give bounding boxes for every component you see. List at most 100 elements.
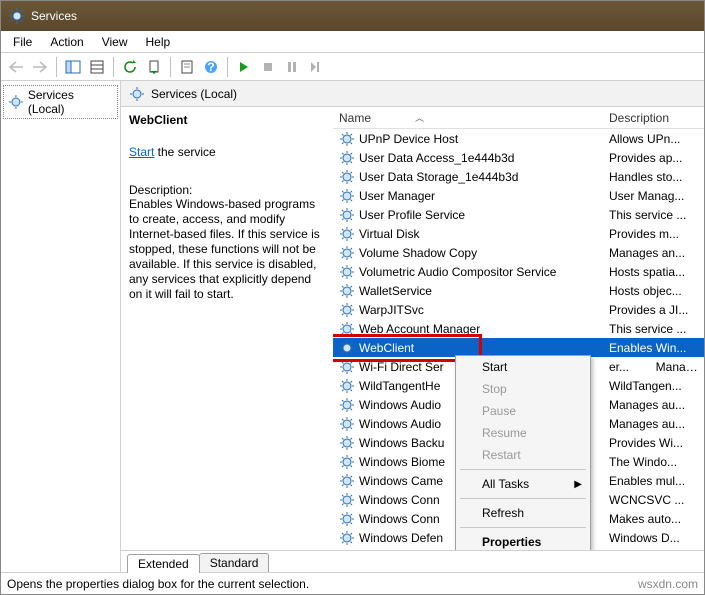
sort-caret-icon: ︿ (415, 111, 424, 124)
service-name-cell: User Profile Service (359, 208, 465, 222)
help-button[interactable]: ? (200, 56, 222, 78)
menu-view[interactable]: View (94, 33, 136, 51)
title-bar: Services (1, 1, 704, 31)
service-row[interactable]: User Data Storage_1e444b3dHandles sto... (333, 167, 704, 186)
context-menu-label: Pause (482, 404, 516, 418)
service-name-cell: Volumetric Audio Compositor Service (359, 265, 556, 279)
service-name-cell: Windows Conn (359, 493, 440, 507)
context-menu-start[interactable]: Start (456, 356, 590, 378)
context-menu: StartStop Pause Resume Restart All Tasks▶ Ref… (455, 355, 591, 550)
context-menu-stop: Stop (456, 378, 590, 400)
service-row[interactable]: Web Account ManagerThis service ... (333, 319, 704, 338)
service-desc-cell: Enables Win... (609, 341, 686, 355)
tab-standard[interactable]: Standard (199, 553, 270, 572)
context-menu-label: Restart (482, 448, 521, 462)
service-name-cell: Windows Biome (359, 455, 445, 469)
service-icon (339, 302, 355, 318)
service-icon (339, 188, 355, 204)
context-menu-refresh[interactable]: Refresh (456, 502, 590, 524)
main-split: Services (Local) Services (Local) WebCli… (1, 81, 704, 572)
service-desc-cell: Enables mul... (609, 474, 685, 488)
service-desc-cell: Provides m... (609, 227, 679, 241)
context-menu-properties[interactable]: Properties (456, 531, 590, 550)
context-menu-label: Properties (482, 535, 541, 549)
service-row[interactable]: User Data Access_1e444b3dProvides ap... (333, 148, 704, 167)
stop-button (257, 56, 279, 78)
description-label: Description: (129, 183, 325, 197)
service-icon (339, 454, 355, 470)
service-row[interactable]: User ManagerUser Manag... (333, 186, 704, 205)
details-service-name: WebClient (129, 113, 325, 127)
toolbar: ? (1, 53, 704, 81)
service-desc-cell: This service ... (609, 208, 686, 222)
service-name-cell: Wi-Fi Direct Ser (359, 360, 444, 374)
service-icon (339, 416, 355, 432)
service-desc-cell: WCNCSVC ... (609, 493, 684, 507)
column-headers: Name︿ Description (333, 107, 704, 129)
menu-file[interactable]: File (5, 33, 40, 51)
service-name-cell: Web Account Manager (359, 322, 480, 336)
export-list-button[interactable] (86, 56, 108, 78)
context-menu-restart: Restart (456, 444, 590, 466)
properties-button[interactable] (176, 56, 198, 78)
context-menu-all-tasks[interactable]: All Tasks▶ (456, 473, 590, 495)
restart-button (305, 56, 327, 78)
service-row[interactable]: WarpJITSvcProvides a JI... (333, 300, 704, 319)
service-details-panel: WebClient Start the service Description:… (121, 107, 333, 550)
service-row[interactable]: User Profile Service This service ... (333, 205, 704, 224)
service-icon (339, 359, 355, 375)
service-icon (339, 397, 355, 413)
right-pane: Services (Local) WebClient Start the ser… (121, 81, 704, 572)
service-icon (339, 207, 355, 223)
pause-button (281, 56, 303, 78)
service-name-cell: Windows Backu (359, 436, 444, 450)
tree-node-services-local[interactable]: Services (Local) (3, 85, 118, 119)
show-hide-tree-button[interactable] (62, 56, 84, 78)
service-row[interactable]: UPnP Device HostAllows UPn... (333, 129, 704, 148)
tab-extended[interactable]: Extended (127, 554, 200, 573)
service-icon (339, 511, 355, 527)
service-desc-cell: User Manag... (609, 189, 684, 203)
service-icon (339, 283, 355, 299)
tree-node-label: Services (Local) (28, 88, 113, 116)
column-header-name[interactable]: Name︿ (333, 111, 603, 125)
menu-help[interactable]: Help (138, 33, 179, 51)
service-name-cell: User Data Storage_1e444b3d (359, 170, 518, 184)
content-area: WebClient Start the service Description:… (121, 107, 704, 550)
play-button[interactable] (233, 56, 255, 78)
service-row[interactable]: Virtual DiskProvides m... (333, 224, 704, 243)
service-desc-cell: Manages au... (609, 417, 685, 431)
window-title: Services (31, 9, 77, 23)
menu-action[interactable]: Action (42, 33, 91, 51)
service-icon (339, 245, 355, 261)
start-service-link[interactable]: Start (129, 145, 154, 159)
column-header-description[interactable]: Description (603, 111, 704, 125)
submenu-arrow-icon: ▶ (574, 479, 582, 490)
refresh-button[interactable] (119, 56, 141, 78)
service-name-cell: WebClient (359, 341, 414, 355)
service-icon (339, 321, 355, 337)
service-name-cell: Windows Defen (359, 531, 443, 545)
service-desc-cell: Provides a JI... (609, 303, 688, 317)
service-row[interactable]: Volumetric Audio Compositor Service Hosts… (333, 262, 704, 281)
service-row[interactable]: Volume Shadow CopyManages an... (333, 243, 704, 262)
service-desc-cell: Provides ap... (609, 151, 682, 165)
service-name-cell: UPnP Device Host (359, 132, 458, 146)
export-button[interactable] (143, 56, 165, 78)
service-icon (339, 340, 355, 356)
service-name-cell: Windows Came (359, 474, 443, 488)
watermark-text: wsxdn.com (638, 577, 698, 591)
service-desc-cell: Provides Wi... (609, 436, 683, 450)
service-icon (339, 492, 355, 508)
tree-pane[interactable]: Services (Local) (1, 81, 121, 572)
context-menu-label: Resume (482, 426, 527, 440)
service-icon (339, 264, 355, 280)
service-name-cell: Windows Audio (359, 417, 441, 431)
services-tree-icon (8, 94, 24, 110)
service-desc-cell: The Windo... (609, 455, 677, 469)
description-text: Enables Windows-based programs to create… (129, 197, 325, 302)
services-list[interactable]: Name︿ Description UPnP Device HostAllows… (333, 107, 704, 550)
service-desc-cell: er... Manages co... (609, 360, 704, 374)
service-row[interactable]: WalletServiceHosts objec... (333, 281, 704, 300)
service-desc-cell: Hosts spatia... (609, 265, 685, 279)
